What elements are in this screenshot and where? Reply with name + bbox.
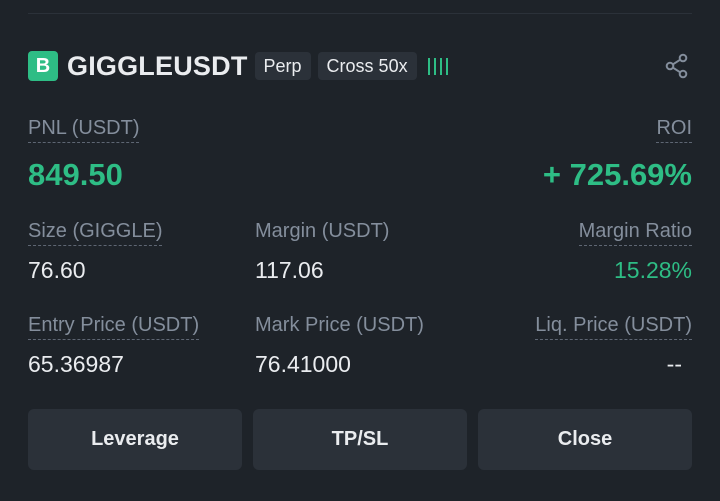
side-badge: B <box>28 51 58 81</box>
pnl-value: 849.50 <box>28 157 123 192</box>
bar-signal-icon <box>427 56 448 76</box>
symbol-name[interactable]: GIGGLEUSDT <box>67 51 248 82</box>
close-button[interactable]: Close <box>478 409 692 470</box>
liq-price-value: -- <box>666 351 682 377</box>
mark-price-value: 76.41000 <box>255 351 351 377</box>
liq-price-label: Liq. Price (USDT) <box>535 314 692 340</box>
margin-label: Margin (USDT) <box>255 220 390 242</box>
leverage-button[interactable]: Leverage <box>28 409 242 470</box>
roi-label: ROI <box>656 117 692 143</box>
margin-mode-tag[interactable]: Cross 50x <box>317 52 417 80</box>
roi-value: + 725.69% <box>542 157 692 192</box>
tpsl-button[interactable]: TP/SL <box>253 409 467 470</box>
mark-price-label: Mark Price (USDT) <box>255 314 424 336</box>
position-header: B GIGGLEUSDT Perp Cross 50x <box>28 50 692 82</box>
margin-ratio-value: 15.28% <box>613 257 692 283</box>
entry-price-label: Entry Price (USDT) <box>28 314 200 340</box>
pnl-label: PNL (USDT) <box>28 117 140 143</box>
size-value: 76.60 <box>28 257 86 283</box>
entry-price-value: 65.36987 <box>28 351 124 377</box>
margin-ratio-label: Margin Ratio <box>578 220 692 246</box>
contract-type-tag: Perp <box>254 52 311 80</box>
margin-value: 117.06 <box>255 257 324 283</box>
size-label: Size (GIGGLE) <box>28 220 163 246</box>
top-divider <box>28 13 692 14</box>
share-icon[interactable] <box>664 53 690 79</box>
